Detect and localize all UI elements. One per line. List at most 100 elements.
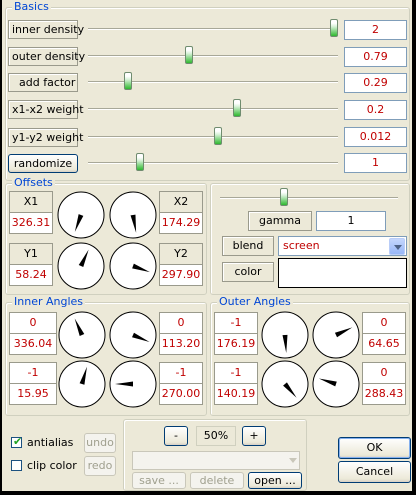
y1-y2-weight-slider[interactable] (213, 127, 222, 145)
outer-tr-box: 0 64.65 (362, 312, 406, 355)
delete-button[interactable]: delete (190, 472, 244, 489)
outer-tl-turns[interactable]: -1 (215, 313, 257, 334)
inner-tr-angle[interactable]: 113.20 (160, 334, 202, 354)
outer-dial-bl[interactable] (261, 360, 309, 408)
outer-bl-angle[interactable]: 140.19 (215, 384, 257, 404)
gamma-value[interactable]: 1 (316, 211, 386, 231)
outer-tr-angle[interactable]: 64.65 (363, 334, 405, 354)
offset-dial-x2[interactable] (109, 191, 157, 239)
inner-br-angle[interactable]: 270.00 (160, 384, 202, 404)
antialias-label[interactable]: antialias (27, 436, 73, 449)
settings-window: Basics inner density 2 outer density 0.7… (2, 0, 412, 491)
x1-x2-weight-label: x1-x2 weight (8, 100, 84, 119)
inner-density-slider[interactable] (330, 19, 338, 37)
add-factor-value[interactable]: 0.29 (344, 73, 407, 93)
randomize-button[interactable]: randomize (8, 154, 78, 173)
offsets-title: Offsets (12, 176, 55, 189)
checkmark-icon: ✔ (13, 435, 23, 448)
inner-density-value[interactable]: 2 (344, 20, 407, 40)
inner-tl-angle[interactable]: 336.04 (10, 334, 56, 354)
inner-tr-box: 0 113.20 (159, 312, 203, 355)
gamma-slider[interactable] (279, 188, 288, 206)
inner-dial-bl[interactable] (58, 360, 106, 408)
add-factor-slider[interactable] (124, 72, 133, 90)
outer-angles-title: Outer Angles (217, 295, 293, 308)
outer-density-track[interactable] (88, 55, 338, 57)
x1-label: X1 (10, 192, 52, 213)
open-button[interactable]: open ... (248, 472, 302, 489)
randomize-value[interactable]: 1 (344, 153, 407, 173)
y2-label: Y2 (160, 244, 202, 265)
dialog-frame: Basics inner density 2 outer density 0.7… (0, 0, 416, 495)
offset-dial-y2[interactable] (109, 242, 157, 290)
outer-bl-box: -1 140.19 (214, 362, 258, 405)
x2-label: X2 (160, 192, 202, 213)
y1-box: Y1 58.24 (9, 243, 53, 286)
outer-density-label: outer density (8, 47, 85, 66)
cancel-button[interactable]: Cancel (338, 461, 411, 483)
ok-button[interactable]: OK (338, 437, 411, 459)
x1-x2-weight-value[interactable]: 0.2 (344, 100, 407, 120)
inner-dial-tl[interactable] (58, 311, 106, 359)
randomize-slider[interactable] (136, 153, 145, 171)
color-swatch[interactable] (278, 258, 407, 288)
save-button[interactable]: save ... (132, 472, 186, 489)
x1-box: X1 326.31 (9, 191, 53, 234)
inner-tl-turns[interactable]: 0 (10, 313, 56, 334)
x2-value[interactable]: 174.29 (160, 213, 202, 233)
preset-select[interactable] (132, 451, 300, 470)
chevron-down-icon[interactable] (289, 458, 297, 463)
outer-dial-tr[interactable] (312, 311, 360, 359)
clip-color-label[interactable]: clip color (27, 459, 77, 472)
randomize-track[interactable] (88, 162, 338, 164)
x2-box: X2 174.29 (159, 191, 203, 234)
x1-x2-weight-track[interactable] (88, 108, 338, 110)
inner-br-box: -1 270.00 (159, 362, 203, 405)
outer-dial-tl[interactable] (261, 311, 309, 359)
color-label: color (222, 262, 274, 282)
blend-label: blend (222, 236, 274, 256)
offset-dial-y1[interactable] (57, 242, 105, 290)
antialias-checkbox[interactable]: ✔ (11, 435, 23, 448)
outer-bl-turns[interactable]: -1 (215, 363, 257, 384)
y1-y2-weight-label: y1-y2 weight (8, 128, 83, 147)
x1-x2-weight-slider[interactable] (233, 99, 242, 117)
inner-dial-br[interactable] (109, 360, 157, 408)
outer-density-value[interactable]: 0.79 (344, 47, 407, 67)
y2-box: Y2 297.90 (159, 243, 203, 286)
zoom-in-button[interactable]: + (242, 426, 266, 446)
outer-br-angle[interactable]: 288.43 (363, 384, 405, 404)
zoom-value: 50% (196, 426, 236, 446)
inner-bl-angle[interactable]: 15.95 (10, 384, 56, 404)
outer-dial-br[interactable] (312, 360, 360, 408)
clip-color-checkbox[interactable] (11, 460, 22, 471)
inner-bl-box: -1 15.95 (9, 362, 57, 405)
outer-density-slider[interactable] (184, 46, 193, 64)
redo-button[interactable]: redo (84, 456, 116, 476)
outer-tl-angle[interactable]: 176.19 (215, 334, 257, 354)
inner-angles-title: Inner Angles (12, 295, 86, 308)
inner-density-track[interactable] (88, 28, 338, 30)
add-factor-label: add factor (8, 73, 78, 92)
y2-value[interactable]: 297.90 (160, 265, 202, 285)
y1-label: Y1 (10, 244, 52, 265)
blend-value: screen (283, 239, 320, 252)
x1-value[interactable]: 326.31 (10, 213, 52, 233)
inner-density-label: inner density (8, 20, 84, 39)
blend-select[interactable]: screen (278, 236, 407, 256)
zoom-out-button[interactable]: - (164, 426, 188, 446)
inner-bl-turns[interactable]: -1 (10, 363, 56, 384)
outer-tl-box: -1 176.19 (214, 312, 258, 355)
inner-tl-box: 0 336.04 (9, 312, 57, 355)
inner-dial-tr[interactable] (109, 311, 157, 359)
offset-dial-x1[interactable] (57, 191, 105, 239)
y1-y2-weight-value[interactable]: 0.012 (344, 127, 407, 147)
gamma-track[interactable] (220, 197, 398, 199)
inner-tr-turns[interactable]: 0 (160, 313, 202, 334)
inner-br-turns[interactable]: -1 (160, 363, 202, 384)
outer-br-turns[interactable]: 0 (363, 363, 405, 384)
outer-tr-turns[interactable]: 0 (363, 313, 405, 334)
y1-value[interactable]: 58.24 (10, 265, 52, 285)
undo-button[interactable]: undo (84, 433, 116, 453)
chevron-down-icon[interactable] (389, 238, 405, 255)
